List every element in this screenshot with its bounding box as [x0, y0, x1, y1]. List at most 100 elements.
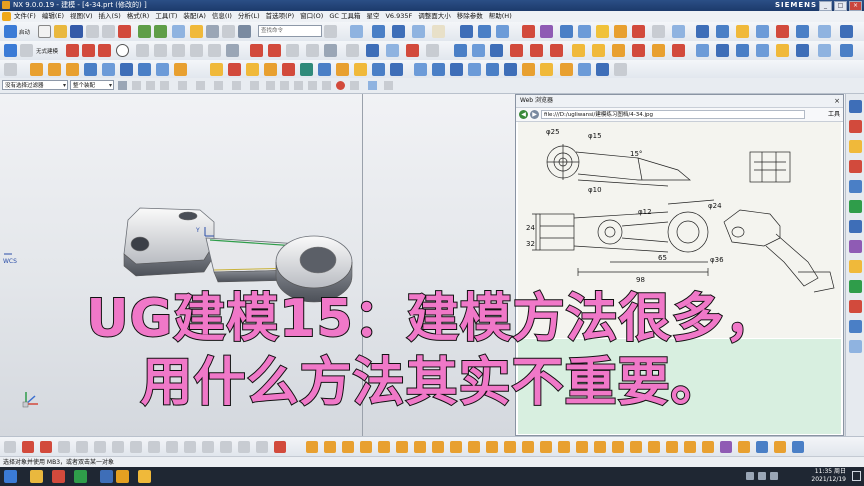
navigator-icon[interactable] [849, 100, 862, 113]
menu-item[interactable]: 视图(V) [70, 11, 93, 22]
swept-icon[interactable] [490, 44, 503, 57]
groove-tool-icon[interactable] [468, 441, 480, 453]
cylinder-tool-icon[interactable] [324, 441, 336, 453]
sew-tool-icon[interactable] [630, 441, 642, 453]
browser-close-icon[interactable]: × [834, 95, 840, 107]
pattern-curve-icon[interactable] [324, 44, 337, 57]
input-method-icon[interactable] [770, 472, 778, 480]
cut-icon[interactable] [86, 25, 99, 38]
point-on-curve-icon[interactable] [322, 81, 331, 90]
show-constraints-icon[interactable] [386, 44, 399, 57]
corner-tool-icon[interactable] [238, 441, 250, 453]
system-materials-icon[interactable] [849, 260, 862, 273]
notification-icon[interactable] [852, 471, 861, 481]
resize-blend-icon[interactable] [300, 63, 313, 76]
close-button[interactable]: × [849, 1, 862, 11]
curve-rule-icon[interactable] [196, 81, 205, 90]
intersection-curve-icon[interactable] [672, 44, 685, 57]
wcs-icon[interactable] [368, 81, 377, 90]
search-icon[interactable] [324, 25, 337, 38]
redo-icon[interactable] [154, 25, 167, 38]
grid-icon[interactable] [432, 25, 445, 38]
emboss-tool-icon[interactable] [486, 441, 498, 453]
reuse-library-icon[interactable] [849, 180, 862, 193]
mass-icon[interactable] [840, 44, 853, 57]
note-icon[interactable] [592, 44, 605, 57]
pattern-face-icon[interactable] [390, 63, 403, 76]
assembly-navigator-icon[interactable] [849, 120, 862, 133]
menu-item[interactable]: 调整面大小 [418, 11, 451, 22]
rib-tool-icon[interactable] [504, 441, 516, 453]
menu-item[interactable]: 工具(T) [155, 11, 177, 22]
unite-icon[interactable] [496, 25, 509, 38]
sphere-tool-icon[interactable] [360, 441, 372, 453]
arc-center-icon[interactable] [280, 81, 289, 90]
convert-reference-icon[interactable] [426, 44, 439, 57]
quick-extend-icon[interactable] [268, 44, 281, 57]
move-face-icon[interactable] [228, 63, 241, 76]
cube-view-icon[interactable] [392, 25, 405, 38]
minimize-button[interactable]: _ [819, 1, 832, 11]
dart-tool-icon[interactable] [540, 441, 552, 453]
menu-item[interactable]: 插入(S) [99, 11, 121, 22]
mirror-icon[interactable] [672, 25, 685, 38]
taskbar-clock[interactable]: 11:35 周日 2021/12/19 [811, 468, 846, 484]
edge-blend-tool-icon[interactable] [792, 441, 804, 453]
unite-tool-icon[interactable] [702, 441, 714, 453]
menu-item[interactable]: 编辑(E) [42, 11, 64, 22]
edge-blend-icon[interactable] [596, 25, 609, 38]
make-parallel-icon[interactable] [486, 63, 499, 76]
clipboard-icon[interactable] [222, 25, 235, 38]
chamfer-tool-icon[interactable] [274, 441, 286, 453]
patch-tool-icon[interactable] [648, 441, 660, 453]
command-search-input[interactable]: 查找命令 [258, 25, 322, 37]
datum-plane-icon[interactable] [550, 44, 563, 57]
fillet-tool-icon[interactable] [256, 441, 268, 453]
snap-point-icon[interactable] [4, 441, 16, 453]
reset-icon[interactable] [238, 25, 251, 38]
auto-constrain-icon[interactable] [406, 44, 419, 57]
new-file-icon[interactable] [38, 25, 51, 38]
angular-dimension-icon[interactable] [540, 63, 553, 76]
shell-icon[interactable] [716, 25, 729, 38]
draft-icon[interactable] [736, 25, 749, 38]
text-icon[interactable] [572, 44, 585, 57]
point-icon[interactable] [530, 44, 543, 57]
conic-tool-icon[interactable] [148, 441, 160, 453]
menu-item[interactable]: 格式(R) [127, 11, 150, 22]
menu-item[interactable]: 帮助(H) [489, 11, 512, 22]
rib-icon[interactable] [156, 63, 169, 76]
nx-taskbar-icon[interactable] [100, 470, 113, 483]
filter-reset-icon[interactable] [118, 81, 127, 90]
fillet-sketch-icon[interactable] [136, 44, 149, 57]
start-menu-icon[interactable] [2, 12, 11, 21]
sew-icon[interactable] [796, 25, 809, 38]
intersection-point-icon[interactable] [266, 81, 275, 90]
slot-icon[interactable] [84, 63, 97, 76]
view-orient-icon[interactable] [350, 25, 363, 38]
draft-analysis-icon[interactable] [796, 44, 809, 57]
reflection-icon[interactable] [776, 44, 789, 57]
hd3d-icon[interactable] [849, 200, 862, 213]
arc-icon[interactable] [98, 44, 111, 57]
menu-item[interactable]: 分析(L) [238, 11, 260, 22]
through-curves-icon[interactable] [472, 44, 485, 57]
offset-tool-icon[interactable] [166, 441, 178, 453]
windows-start-icon[interactable] [4, 470, 17, 483]
split-tool-icon[interactable] [666, 441, 678, 453]
ellipse-icon[interactable] [208, 44, 221, 57]
network-icon[interactable] [746, 472, 754, 480]
synchronous-icon[interactable] [840, 25, 853, 38]
subtract-tool-icon[interactable] [720, 441, 732, 453]
line-tool-icon[interactable] [40, 441, 52, 453]
tube-icon[interactable] [138, 63, 151, 76]
block-tool-icon[interactable] [306, 441, 318, 453]
cylinder-icon[interactable] [578, 25, 591, 38]
select-all-icon[interactable] [146, 81, 155, 90]
dart-icon[interactable] [120, 63, 133, 76]
media-player-icon[interactable] [52, 470, 65, 483]
group-face-icon[interactable] [578, 63, 591, 76]
constraint-icon[interactable] [366, 44, 379, 57]
make-corner-icon[interactable] [286, 44, 299, 57]
bridge-curve-icon[interactable] [652, 44, 665, 57]
